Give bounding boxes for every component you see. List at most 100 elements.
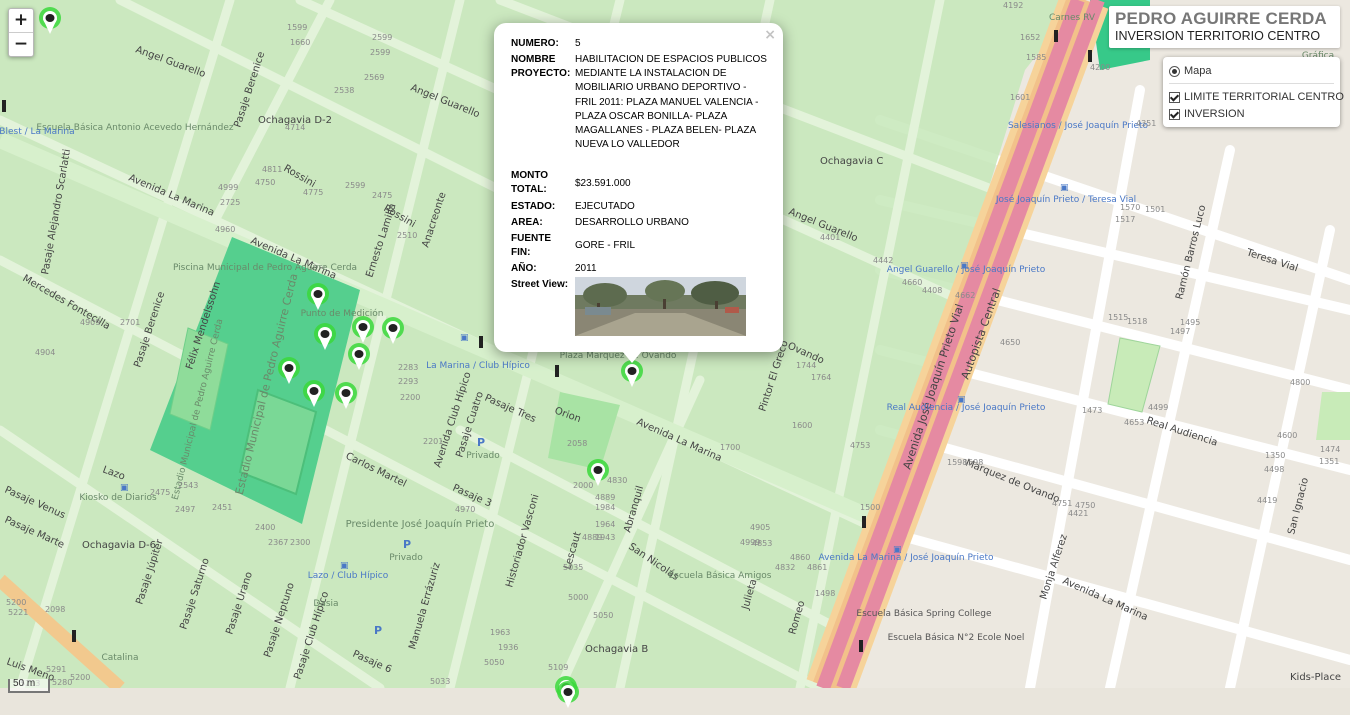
house-number-label: 1598 (963, 458, 983, 467)
investment-marker-icon[interactable] (380, 316, 406, 346)
house-number-label: 5000 (568, 593, 588, 602)
house-number-label: 4750 (255, 178, 275, 187)
street-view-thumbnail[interactable] (575, 277, 746, 336)
house-number-label: 4751 (1052, 499, 1072, 508)
investment-marker-icon[interactable] (276, 356, 302, 386)
field-label-monto: MONTO TOTAL: (511, 170, 549, 195)
svg-text:▣: ▣ (893, 545, 902, 555)
house-number-label: 2300 (290, 538, 310, 547)
house-number-label: 2543 (178, 481, 198, 490)
house-number-label: 1474 (1320, 445, 1340, 454)
house-number-label: 2200 (400, 393, 420, 402)
house-number-label: 4775 (303, 188, 323, 197)
overlay-limite-territorial[interactable]: LIMITE TERRITORIAL CENTRO (1169, 90, 1344, 104)
overlay-label: INVERSION (1184, 108, 1245, 120)
house-number-label: 4600 (1277, 431, 1297, 440)
house-number-label: 4904 (35, 348, 55, 357)
house-number-label: 4192 (1003, 1, 1023, 10)
house-number-label: 4889 (595, 493, 615, 502)
place-label: Piscina Municipal de Pedro Aguirre Cerda (173, 263, 357, 273)
radio-button[interactable] (1169, 65, 1180, 77)
house-number-label: 1570 (1120, 203, 1140, 212)
layer-control: Mapa LIMITE TERRITORIAL CENTRO INVERSION (1163, 57, 1344, 127)
field-label-nombre: NOMBRE PROYECTO: (511, 54, 571, 79)
checkbox[interactable] (1169, 108, 1180, 120)
investment-marker-icon[interactable] (333, 381, 359, 411)
house-number-label: 2510 (397, 231, 417, 240)
field-label-ano: AÑO: (511, 263, 537, 274)
house-number-label: 4999 (218, 183, 238, 192)
field-value-monto: $23.591.000 (575, 178, 631, 189)
svg-text:▣: ▣ (120, 483, 129, 493)
investment-marker-icon[interactable] (305, 282, 331, 312)
page-title: PEDRO AGUIRRE CERDA (1115, 9, 1327, 28)
house-number-label: 2293 (398, 377, 418, 386)
overlay-inversion[interactable]: INVERSION (1169, 107, 1245, 121)
investment-marker-icon[interactable] (350, 315, 376, 345)
investment-marker-icon[interactable] (585, 458, 611, 488)
house-number-label: 5221 (8, 608, 28, 617)
investment-marker-icon[interactable] (301, 379, 327, 409)
layer-separator (1169, 83, 1334, 84)
place-label: José Joaquín Prieto / Teresa Vial (995, 194, 1136, 205)
house-number-label: 2451 (212, 503, 232, 512)
house-number-label: 4200 (1090, 63, 1110, 72)
svg-text:▣: ▣ (1060, 183, 1069, 193)
field-value-area: DESARROLLO URBANO (575, 217, 689, 228)
house-number-label: 4419 (1257, 496, 1277, 505)
place-label: Kiosko de Diarios (79, 493, 157, 503)
house-number-label: 1700 (720, 443, 740, 452)
house-number-label: 1351 (1319, 457, 1339, 466)
house-number-label: 4800 (1290, 378, 1310, 387)
house-number-label: 1764 (811, 373, 831, 382)
place-label: Salesianos / José Joaquín Prieto (1008, 120, 1149, 131)
house-number-label: 1498 (815, 589, 835, 598)
zoom-out-button[interactable]: − (9, 32, 33, 56)
field-label-estado: ESTADO: (511, 201, 556, 212)
house-number-label: 1495 (1180, 318, 1200, 327)
house-number-label: 2599 (345, 181, 365, 190)
checkbox[interactable] (1169, 91, 1180, 103)
place-label: Privado (466, 451, 500, 461)
investment-marker-icon[interactable] (312, 322, 338, 352)
house-number-label: 1652 (1020, 33, 1040, 42)
street-label: Ochagavia D-6 (82, 540, 156, 551)
place-label: Privado (389, 553, 423, 563)
investment-marker-icon[interactable] (346, 342, 372, 372)
house-number-label: 5050 (593, 611, 613, 620)
base-layer-mapa[interactable]: Mapa (1169, 64, 1212, 78)
investment-marker-icon[interactable] (37, 6, 63, 36)
house-number-label: 4861 (807, 563, 827, 572)
investment-marker-icon[interactable] (555, 680, 581, 710)
house-number-label: 2701 (120, 318, 140, 327)
house-number-label: 2367 (268, 538, 288, 547)
investment-marker-icon[interactable] (619, 359, 645, 389)
field-label-area: AREA: (511, 217, 543, 228)
place-label: Escuela Básica N°2 Ecole Noel (888, 633, 1025, 643)
field-value-estado: EJECUTADO (575, 201, 635, 212)
svg-text:▣: ▣ (960, 261, 969, 271)
house-number-label: 4421 (1068, 509, 1088, 518)
house-number-label: 4860 (790, 553, 810, 562)
house-number-label: 4889 (582, 533, 602, 542)
svg-text:P: P (374, 624, 382, 637)
place-label: Avenida La Marina / José Joaquín Prieto (818, 552, 994, 563)
zoom-in-button[interactable]: + (9, 9, 33, 32)
house-number-label: 4905 (750, 523, 770, 532)
house-number-label: 1473 (1082, 406, 1102, 415)
house-number-label: 2283 (398, 363, 418, 372)
title-panel: PEDRO AGUIRRE CERDA INVERSION TERRITORIO… (1109, 6, 1340, 48)
house-number-label: 4909 (80, 318, 100, 327)
house-number-label: 1518 (1127, 317, 1147, 326)
house-number-label: 2599 (372, 33, 392, 42)
house-number-label: 2497 (175, 505, 195, 514)
street-label: Kids-Place (1290, 672, 1341, 683)
house-number-label: 4499 (1148, 403, 1168, 412)
field-value-fuente: GORE - FRIL (575, 240, 636, 251)
house-number-label: 4853 (752, 539, 772, 548)
house-number-label: 1744 (796, 361, 816, 370)
place-label: Carnes RV (1049, 13, 1096, 23)
house-number-label: 4832 (775, 563, 795, 572)
svg-text:▣: ▣ (460, 333, 469, 343)
house-number-label: 1936 (498, 643, 518, 652)
